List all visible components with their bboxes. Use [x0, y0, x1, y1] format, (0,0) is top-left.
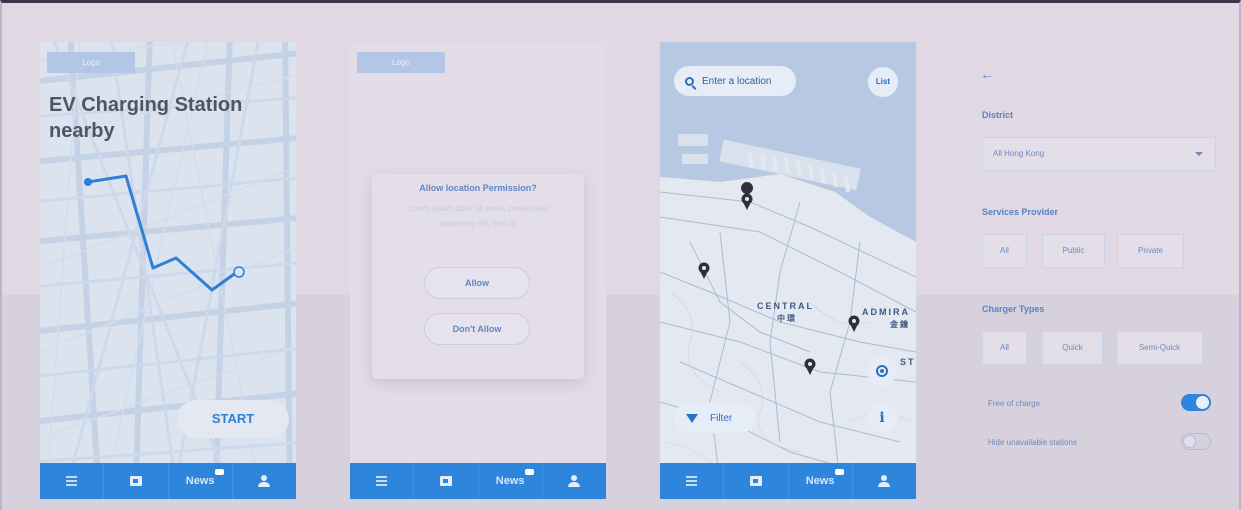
dialog-body: Lorem ipsum dolor sit amet, consectetur …: [406, 204, 550, 228]
location-search-input[interactable]: [702, 75, 792, 87]
user-icon: [258, 475, 271, 487]
info-icon: i: [879, 410, 885, 426]
charger-types-label: Charger Types: [982, 304, 1045, 314]
station-icon: [129, 476, 142, 486]
district-selected-value: All Hong Kong: [993, 149, 1045, 158]
news-badge-icon: [524, 469, 534, 475]
hide-unavailable-toggle[interactable]: [1181, 433, 1211, 450]
nav-item-news[interactable]: News: [789, 463, 853, 499]
charger-option-quick[interactable]: Quick: [1042, 331, 1103, 365]
bottom-nav: News: [660, 463, 916, 499]
services-provider-label: Services Provider: [982, 207, 1059, 217]
chevron-down-icon: [1195, 152, 1203, 156]
district-label: District: [982, 110, 1014, 120]
route-end-dot: [233, 266, 245, 278]
free-of-charge-label: Free of charge: [988, 399, 1041, 408]
news-badge-icon: [834, 469, 844, 475]
nav-item-profile[interactable]: [543, 463, 606, 499]
menu-icon: [686, 476, 698, 486]
filter-label: Filter: [710, 412, 733, 424]
toggle-knob: [1183, 435, 1196, 448]
filter-panel: ← District All Hong Kong Services Provid…: [970, 60, 1230, 460]
map-label-st: ST: [900, 357, 916, 367]
nav-item-menu[interactable]: [40, 463, 105, 499]
funnel-icon: [686, 413, 698, 423]
filter-button[interactable]: Filter: [674, 403, 756, 433]
nav-news-label: News: [185, 475, 215, 487]
my-location-button[interactable]: [867, 356, 897, 386]
district-select[interactable]: All Hong Kong: [982, 137, 1216, 171]
station-icon: [439, 476, 452, 486]
nav-item-news[interactable]: News: [479, 463, 543, 499]
charger-option-semi-quick[interactable]: Semi-Quick: [1116, 331, 1203, 365]
free-of-charge-toggle[interactable]: [1181, 394, 1211, 411]
bottom-nav: News: [350, 463, 606, 499]
nav-item-menu[interactable]: [350, 463, 415, 499]
menu-icon: [66, 476, 78, 486]
toggle-knob: [1196, 396, 1209, 409]
back-arrow-icon[interactable]: ←: [980, 66, 994, 82]
hide-unavailable-label: Hide unavailable stations: [988, 438, 1077, 447]
logo-placeholder: Logo: [47, 52, 135, 73]
page-title: EV Charging Station nearby: [49, 94, 243, 142]
permission-dialog: Allow location Permission? Lorem ipsum d…: [372, 174, 584, 379]
nav-item-stations[interactable]: [724, 463, 789, 499]
logo-placeholder: Logo: [357, 52, 445, 73]
search-icon: [685, 76, 694, 86]
dialog-title: Allow location Permission?: [419, 183, 537, 193]
user-icon: [568, 475, 581, 487]
station-icon: [749, 476, 762, 486]
start-button[interactable]: START: [177, 400, 289, 438]
map-label-admiralty: ADMIRA: [862, 307, 910, 317]
map-label-admiralty-zh: 金鐘: [890, 320, 910, 329]
provider-option-all[interactable]: All: [982, 234, 1027, 268]
nav-item-stations[interactable]: [104, 463, 169, 499]
route-start-dot: [84, 178, 92, 186]
nav-item-profile[interactable]: [233, 463, 296, 499]
provider-option-private[interactable]: Private: [1117, 234, 1184, 268]
dont-allow-button[interactable]: Don't Allow: [424, 313, 530, 345]
splash-screen: Logo EV Charging Station nearby START Ne…: [40, 42, 296, 499]
provider-option-public[interactable]: Public: [1042, 234, 1105, 268]
nav-item-stations[interactable]: [414, 463, 479, 499]
location-search[interactable]: [674, 66, 796, 96]
map-label-central: CENTRAL: [757, 301, 814, 311]
nav-item-menu[interactable]: [660, 463, 725, 499]
nav-item-profile[interactable]: [853, 463, 916, 499]
info-button[interactable]: i: [867, 403, 897, 433]
charger-option-all[interactable]: All: [982, 331, 1027, 365]
bottom-nav: News: [40, 463, 296, 499]
menu-icon: [376, 476, 388, 486]
nav-news-label: News: [495, 475, 525, 487]
map-label-central-zh: 中環: [777, 314, 797, 323]
allow-button[interactable]: Allow: [424, 267, 530, 299]
nav-item-news[interactable]: News: [169, 463, 233, 499]
map-screen: CENTRAL 中環 ADMIRA 金鐘 ST List i Filter Ne…: [660, 42, 916, 499]
news-badge-icon: [214, 469, 224, 475]
crosshair-icon: [876, 365, 888, 377]
nav-news-label: News: [805, 475, 835, 487]
list-view-button[interactable]: List: [868, 67, 898, 97]
permission-screen: Logo Allow location Permission? Lorem ip…: [350, 42, 606, 499]
user-icon: [878, 475, 891, 487]
